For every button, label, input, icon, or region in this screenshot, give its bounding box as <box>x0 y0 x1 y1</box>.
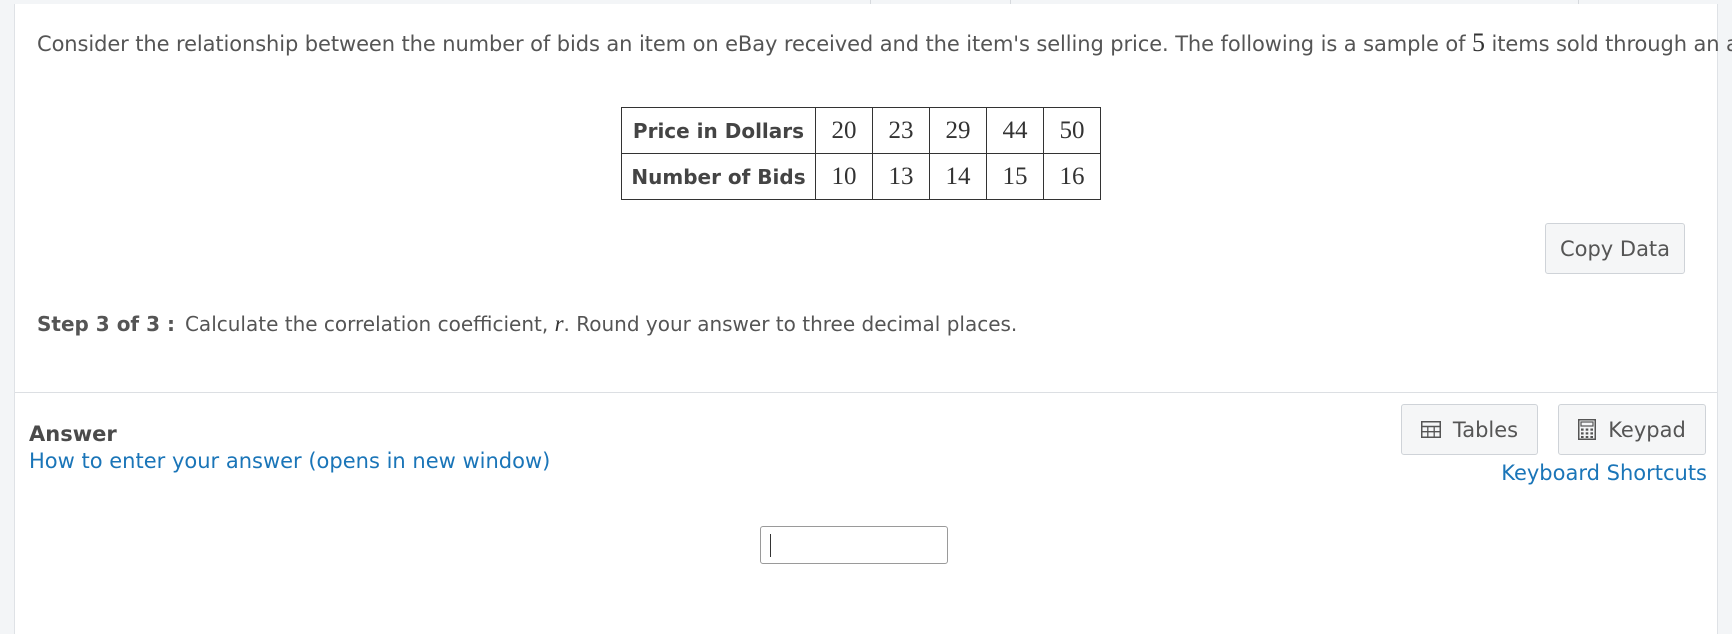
section-divider <box>15 392 1717 393</box>
copy-data-label: Copy Data <box>1559 236 1671 261</box>
question-text-before: Consider the relationship between the nu… <box>37 32 1473 56</box>
calculator-icon <box>1578 419 1597 440</box>
step-label: Step 3 of 3 : <box>37 312 175 336</box>
table-cell: 13 <box>872 153 930 200</box>
answer-heading: Answer <box>29 422 117 446</box>
sample-size: 5 <box>1472 28 1485 57</box>
table-grid-icon <box>1420 421 1441 438</box>
table-cell: 15 <box>986 153 1044 200</box>
table-cell: 20 <box>815 107 873 154</box>
text-cursor <box>770 534 771 557</box>
keyboard-shortcuts-link[interactable]: Keyboard Shortcuts <box>1501 461 1707 485</box>
question-text-after: items sold through an auction. <box>1491 32 1732 56</box>
step-text-before: Calculate the correlation coefficient, <box>184 312 555 336</box>
row-header-bids: Number of Bids <box>621 153 816 200</box>
copy-data-button[interactable]: Copy Data <box>1545 223 1685 274</box>
step-text-after: . Round your answer to three decimal pla… <box>563 312 1018 336</box>
keypad-label: Keypad <box>1608 417 1686 442</box>
keypad-button[interactable]: Keypad <box>1558 404 1706 455</box>
tables-label: Tables <box>1452 417 1519 442</box>
table-cell: 29 <box>929 107 987 154</box>
table-cell: 10 <box>815 153 873 200</box>
question-text: Consider the relationship between the nu… <box>37 28 1732 58</box>
tables-button[interactable]: Tables <box>1401 404 1538 455</box>
answer-input[interactable] <box>760 526 948 564</box>
table-cell: 44 <box>986 107 1044 154</box>
table-cell: 23 <box>872 107 930 154</box>
table-cell: 50 <box>1043 107 1101 154</box>
data-table: Price in Dollars 20 23 29 44 50 Number o… <box>621 107 1101 200</box>
math-variable: r <box>554 311 564 336</box>
how-to-enter-link[interactable]: How to enter your answer (opens in new w… <box>29 449 550 473</box>
table-row: Price in Dollars 20 23 29 44 50 <box>621 107 1101 154</box>
step-instruction: Step 3 of 3 : Calculate the correlation c… <box>37 311 1017 337</box>
row-header-price: Price in Dollars <box>621 107 816 154</box>
table-cell: 16 <box>1043 153 1101 200</box>
table-row: Number of Bids 10 13 14 15 16 <box>621 153 1101 200</box>
table-cell: 14 <box>929 153 987 200</box>
